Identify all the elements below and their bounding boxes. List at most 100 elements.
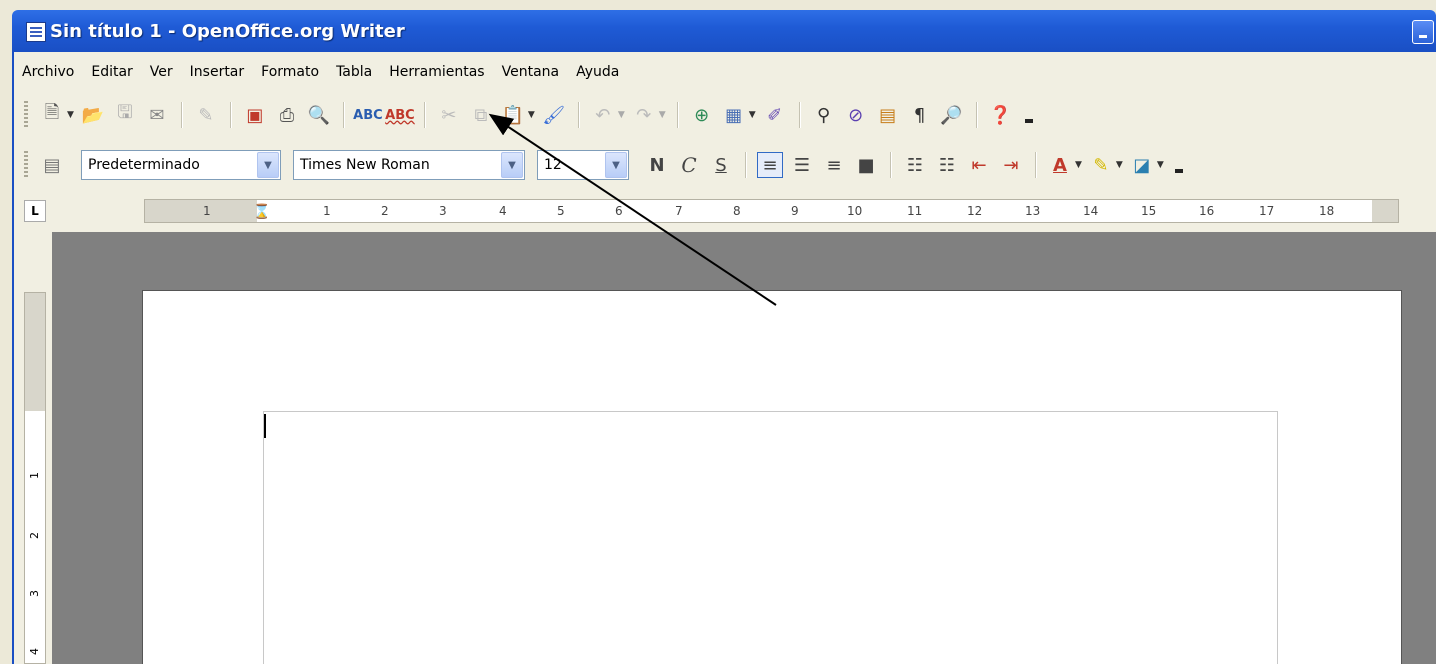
zoom-icon[interactable]: 🔎 [939,102,965,128]
horizontal-ruler[interactable]: 1 ⌛ 1 2 3 4 5 6 7 8 9 10 11 12 13 14 15 … [144,199,1399,223]
print-icon[interactable]: ⎙ [274,102,300,128]
ruler-tick: 15 [1141,204,1157,218]
toolbar-separator [975,102,977,128]
spellcheck-icon[interactable]: ABC [353,102,383,128]
table-dropdown-arrow[interactable]: ▼ [749,110,756,120]
redo-dropdown-arrow[interactable]: ▼ [659,110,666,120]
ruler-indent-marker[interactable]: ⌛ [253,204,270,220]
font-name-value: Times New Roman [300,157,430,173]
ruler-tick: 3 [439,204,447,218]
background-dropdown-arrow[interactable]: ▼ [1157,160,1164,170]
ruler-tick: 1 [203,204,211,218]
font-size-value: 12 [544,157,562,173]
ruler-tick: 6 [615,204,623,218]
background-color-icon[interactable]: ◪ [1129,152,1155,178]
navigator-icon[interactable]: ⊘ [843,102,869,128]
ruler-tick: 11 [907,204,923,218]
ruler-tick: 2 [381,204,389,218]
toolbar-overflow-icon[interactable] [1174,169,1183,175]
menu-insertar[interactable]: Insertar [190,64,245,80]
copy-icon[interactable]: ⧉ [468,102,494,128]
new-dropdown-arrow[interactable]: ▼ [67,110,74,120]
new-document-icon[interactable]: 🗎 [39,102,65,128]
open-folder-icon[interactable]: 📂 [80,102,106,128]
save-icon[interactable]: 🖫 [112,102,138,128]
menu-editar[interactable]: Editar [91,64,132,80]
font-color-icon[interactable]: A [1047,152,1073,178]
redo-icon[interactable]: ↷ [631,102,657,128]
toolbar-grip[interactable] [24,101,28,129]
increase-indent-icon[interactable]: ⇥ [998,152,1024,178]
document-page[interactable] [142,290,1402,664]
vertical-ruler-tick: 1 [28,472,41,479]
export-pdf-icon[interactable]: ▣ [242,102,268,128]
menu-herramientas[interactable]: Herramientas [389,64,484,80]
page-preview-icon[interactable]: 🔍 [306,102,332,128]
styles-formatting-icon[interactable]: ▤ [39,152,65,178]
text-boundaries[interactable] [263,411,1278,664]
ruler-tick: 13 [1025,204,1041,218]
vertical-ruler[interactable]: 1 2 3 4 [24,292,46,664]
ruler-tick: 9 [791,204,799,218]
font-name-combo[interactable]: Times New Roman ▼ [293,150,525,180]
undo-icon[interactable]: ↶ [590,102,616,128]
minimize-button[interactable] [1412,20,1434,44]
paste-icon[interactable]: 📋 [500,102,526,128]
help-icon[interactable]: ❓ [988,102,1014,128]
gallery-icon[interactable]: ▤ [875,102,901,128]
toolbar-separator [1035,152,1036,178]
chevron-down-icon[interactable]: ▼ [501,152,523,178]
menu-ver[interactable]: Ver [150,64,173,80]
toolbar-separator [229,102,231,128]
bold-button[interactable]: N [644,152,670,178]
toolbar-separator [890,152,891,178]
align-right-icon[interactable]: ≡ [821,152,847,178]
ruler-tick: 17 [1259,204,1275,218]
ruler-tick: 12 [967,204,983,218]
decrease-indent-icon[interactable]: ⇤ [966,152,992,178]
menu-archivo[interactable]: Archivo [22,64,74,80]
cut-icon[interactable]: ✂ [436,102,462,128]
chevron-down-icon[interactable]: ▼ [605,152,627,178]
justify-icon[interactable]: ■ [853,152,879,178]
tab-stop-selector[interactable]: L [24,200,46,222]
vertical-ruler-tick: 4 [28,648,41,655]
align-left-icon[interactable]: ≡ [757,152,783,178]
toolbar-separator [180,102,182,128]
toolbar-separator [798,102,800,128]
toolbar-grip[interactable] [24,151,28,179]
highlight-dropdown-arrow[interactable]: ▼ [1116,160,1123,170]
autospellcheck-icon[interactable]: ABC [385,102,415,128]
ruler-tick: 18 [1319,204,1335,218]
undo-dropdown-arrow[interactable]: ▼ [618,110,625,120]
ruler-right-margin [1372,200,1398,222]
paste-dropdown-arrow[interactable]: ▼ [528,110,535,120]
formatting-toolbar: ▤ Predeterminado ▼ Times New Roman ▼ 12 … [12,138,1436,192]
underline-button[interactable]: S [708,152,734,178]
format-paintbrush-icon[interactable]: 🖌 [541,102,567,128]
menu-formato[interactable]: Formato [261,64,319,80]
menu-tabla[interactable]: Tabla [336,64,372,80]
toolbar-separator [423,102,425,128]
draw-functions-icon[interactable]: ✐ [762,102,788,128]
menu-ayuda[interactable]: Ayuda [576,64,619,80]
toolbar-overflow-icon[interactable] [1024,119,1033,125]
italic-button[interactable]: C [676,152,702,178]
font-size-combo[interactable]: 12 ▼ [537,150,629,180]
hyperlink-icon[interactable]: ⊕ [689,102,715,128]
align-center-icon[interactable]: ☰ [789,152,815,178]
chevron-down-icon[interactable]: ▼ [257,152,279,178]
table-icon[interactable]: ▦ [721,102,747,128]
paragraph-style-combo[interactable]: Predeterminado ▼ [81,150,281,180]
edit-file-icon[interactable]: ✎ [193,102,219,128]
toolbar-separator [676,102,678,128]
menu-ventana[interactable]: Ventana [502,64,560,80]
nonprinting-characters-icon[interactable]: ¶ [907,102,933,128]
writer-app-icon[interactable] [26,22,46,42]
font-color-dropdown-arrow[interactable]: ▼ [1075,160,1082,170]
highlight-icon[interactable]: ✎ [1088,152,1114,178]
numbering-icon[interactable]: ☷ [902,152,928,178]
email-icon[interactable]: ✉ [144,102,170,128]
find-replace-icon[interactable]: ⚲ [811,102,837,128]
bullets-icon[interactable]: ☷ [934,152,960,178]
